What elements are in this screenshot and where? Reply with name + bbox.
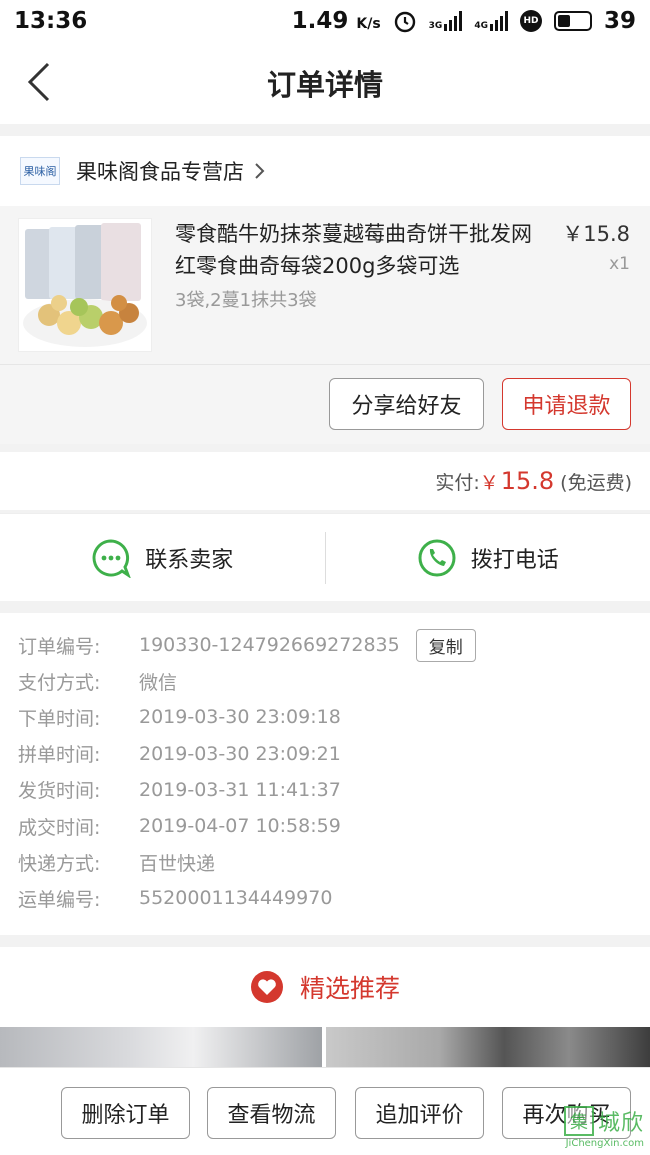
info-row-courier: 快递方式: 百世快递 bbox=[18, 844, 632, 880]
shop-logo: 果味阁 bbox=[20, 157, 60, 185]
contact-seller-label: 联系卖家 bbox=[145, 547, 234, 573]
info-row-tracking: 运单编号: 5520001134449970 bbox=[18, 880, 632, 916]
hd-icon: HD bbox=[519, 10, 542, 32]
info-row-complete-time: 成交时间: 2019-04-07 10:58:59 bbox=[18, 808, 632, 844]
refund-button[interactable]: 申请退款 bbox=[502, 378, 631, 430]
info-label: 快递方式: bbox=[18, 852, 101, 875]
info-label: 订单编号: bbox=[18, 635, 101, 658]
shop-row[interactable]: 果味阁 果味阁食品专营店 bbox=[0, 136, 650, 206]
paid-currency: ￥ bbox=[479, 471, 499, 494]
battery-icon bbox=[553, 11, 592, 31]
payment-summary: 实付: ￥ 15.8 (免运费) bbox=[0, 452, 650, 510]
product-actions: 分享给好友 申请退款 bbox=[0, 364, 650, 444]
shop-name[interactable]: 果味阁食品专营店 bbox=[76, 156, 244, 186]
paid-label: 实付: bbox=[435, 471, 480, 494]
order-number: 190330-124792669272835 bbox=[139, 634, 400, 657]
info-label: 拼单时间: bbox=[18, 744, 101, 767]
info-value: 2019-03-30 23:09:18 bbox=[139, 706, 341, 729]
shipping-note: (免运费) bbox=[560, 471, 632, 494]
call-label: 拨打电话 bbox=[470, 547, 559, 573]
alarm-icon bbox=[394, 11, 415, 33]
info-label: 运单编号: bbox=[18, 888, 101, 911]
info-value: 2019-04-07 10:58:59 bbox=[139, 815, 341, 838]
signal-bars-icon bbox=[489, 11, 508, 31]
info-value: 微信 bbox=[139, 671, 178, 694]
signal-4g: 4G bbox=[474, 11, 508, 31]
product-item[interactable]: 零食酷牛奶抹茶蔓越莓曲奇饼干批发网红零食曲奇每袋200g多袋可选 3袋,2蔓1抹… bbox=[0, 206, 650, 364]
watermark-glyph: 集 bbox=[563, 1106, 594, 1136]
recommend-photo-2[interactable] bbox=[326, 1027, 650, 1067]
share-button[interactable]: 分享给好友 bbox=[329, 378, 484, 430]
add-review-button[interactable]: 追加评价 bbox=[355, 1087, 484, 1139]
page-title: 订单详情 bbox=[266, 68, 383, 102]
info-row-order-no: 订单编号: 190330-124792669272835 复制 bbox=[18, 627, 632, 663]
paid-amount: 15.8 bbox=[500, 467, 555, 495]
status-bar: 13:36 1.49 K/s 3G 4G HD 39 bbox=[0, 0, 650, 42]
product-image[interactable] bbox=[18, 218, 152, 352]
info-value: 2019-03-31 11:41:37 bbox=[139, 778, 341, 801]
delete-order-button[interactable]: 删除订单 bbox=[61, 1087, 190, 1139]
signal-bars-icon bbox=[444, 11, 463, 31]
battery-fill bbox=[557, 15, 570, 27]
network-speed-unit: K/s bbox=[356, 16, 381, 32]
network-speed: 1.49 K/s bbox=[291, 8, 381, 34]
info-value: 2019-03-30 23:09:21 bbox=[139, 742, 341, 765]
cookie-bags-illustration bbox=[23, 223, 147, 347]
signal-3g: 3G bbox=[429, 11, 463, 31]
info-row-group-time: 拼单时间: 2019-03-30 23:09:21 bbox=[18, 736, 632, 772]
heart-icon bbox=[250, 971, 283, 1003]
call-button[interactable]: 拨打电话 bbox=[326, 514, 650, 601]
watermark-logo: 集 城欣 bbox=[563, 1105, 644, 1137]
product-title[interactable]: 零食酷牛奶抹茶蔓越莓曲奇饼干批发网红零食曲奇每袋200g多袋可选 bbox=[175, 218, 545, 282]
phone-icon bbox=[418, 539, 456, 576]
contact-bar: 联系卖家 拨打电话 bbox=[0, 513, 650, 601]
info-row-order-time: 下单时间: 2019-03-30 23:09:18 bbox=[18, 699, 632, 735]
watermark-text: 城欣 bbox=[597, 1111, 644, 1136]
info-row-ship-time: 发货时间: 2019-03-31 11:41:37 bbox=[18, 772, 632, 808]
watermark: 集 城欣 JiChengXin.com bbox=[563, 1105, 644, 1149]
recommend-photos bbox=[0, 1027, 650, 1067]
info-label: 成交时间: bbox=[18, 816, 101, 839]
clock: 13:36 bbox=[14, 8, 88, 34]
product-spec: 3袋,2蔓1抹共3袋 bbox=[175, 290, 317, 311]
battery-percent: 39 bbox=[603, 8, 636, 34]
back-arrow-icon[interactable] bbox=[22, 60, 62, 104]
order-info: 订单编号: 190330-124792669272835 复制 支付方式: 微信… bbox=[0, 613, 650, 935]
info-value: 百世快递 bbox=[139, 852, 216, 875]
info-label: 下单时间: bbox=[18, 707, 101, 730]
product-price: ￥15.8 bbox=[562, 222, 630, 246]
product-quantity: x1 bbox=[609, 254, 630, 274]
info-row-payment: 支付方式: 微信 bbox=[18, 663, 632, 699]
recommend-label: 精选推荐 bbox=[299, 974, 400, 1003]
recommend-photo-1[interactable] bbox=[0, 1027, 322, 1067]
bottom-action-bar: 删除订单 查看物流 追加评价 再次购买 bbox=[0, 1067, 650, 1155]
status-icons: 1.49 K/s 3G 4G HD 39 bbox=[292, 8, 636, 34]
recommend-header: 精选推荐 bbox=[0, 947, 650, 1027]
info-label: 支付方式: bbox=[18, 671, 101, 694]
contact-seller-button[interactable]: 联系卖家 bbox=[0, 514, 325, 601]
nav-header: 订单详情 bbox=[0, 42, 650, 124]
info-value: 5520001134449970 bbox=[139, 887, 333, 910]
copy-button[interactable]: 复制 bbox=[415, 628, 476, 662]
chevron-right-icon bbox=[255, 163, 265, 179]
chat-bubble-icon bbox=[92, 538, 131, 578]
info-label: 发货时间: bbox=[18, 780, 101, 803]
view-logistics-button[interactable]: 查看物流 bbox=[207, 1087, 336, 1139]
watermark-url: JiChengXin.com bbox=[565, 1138, 644, 1149]
